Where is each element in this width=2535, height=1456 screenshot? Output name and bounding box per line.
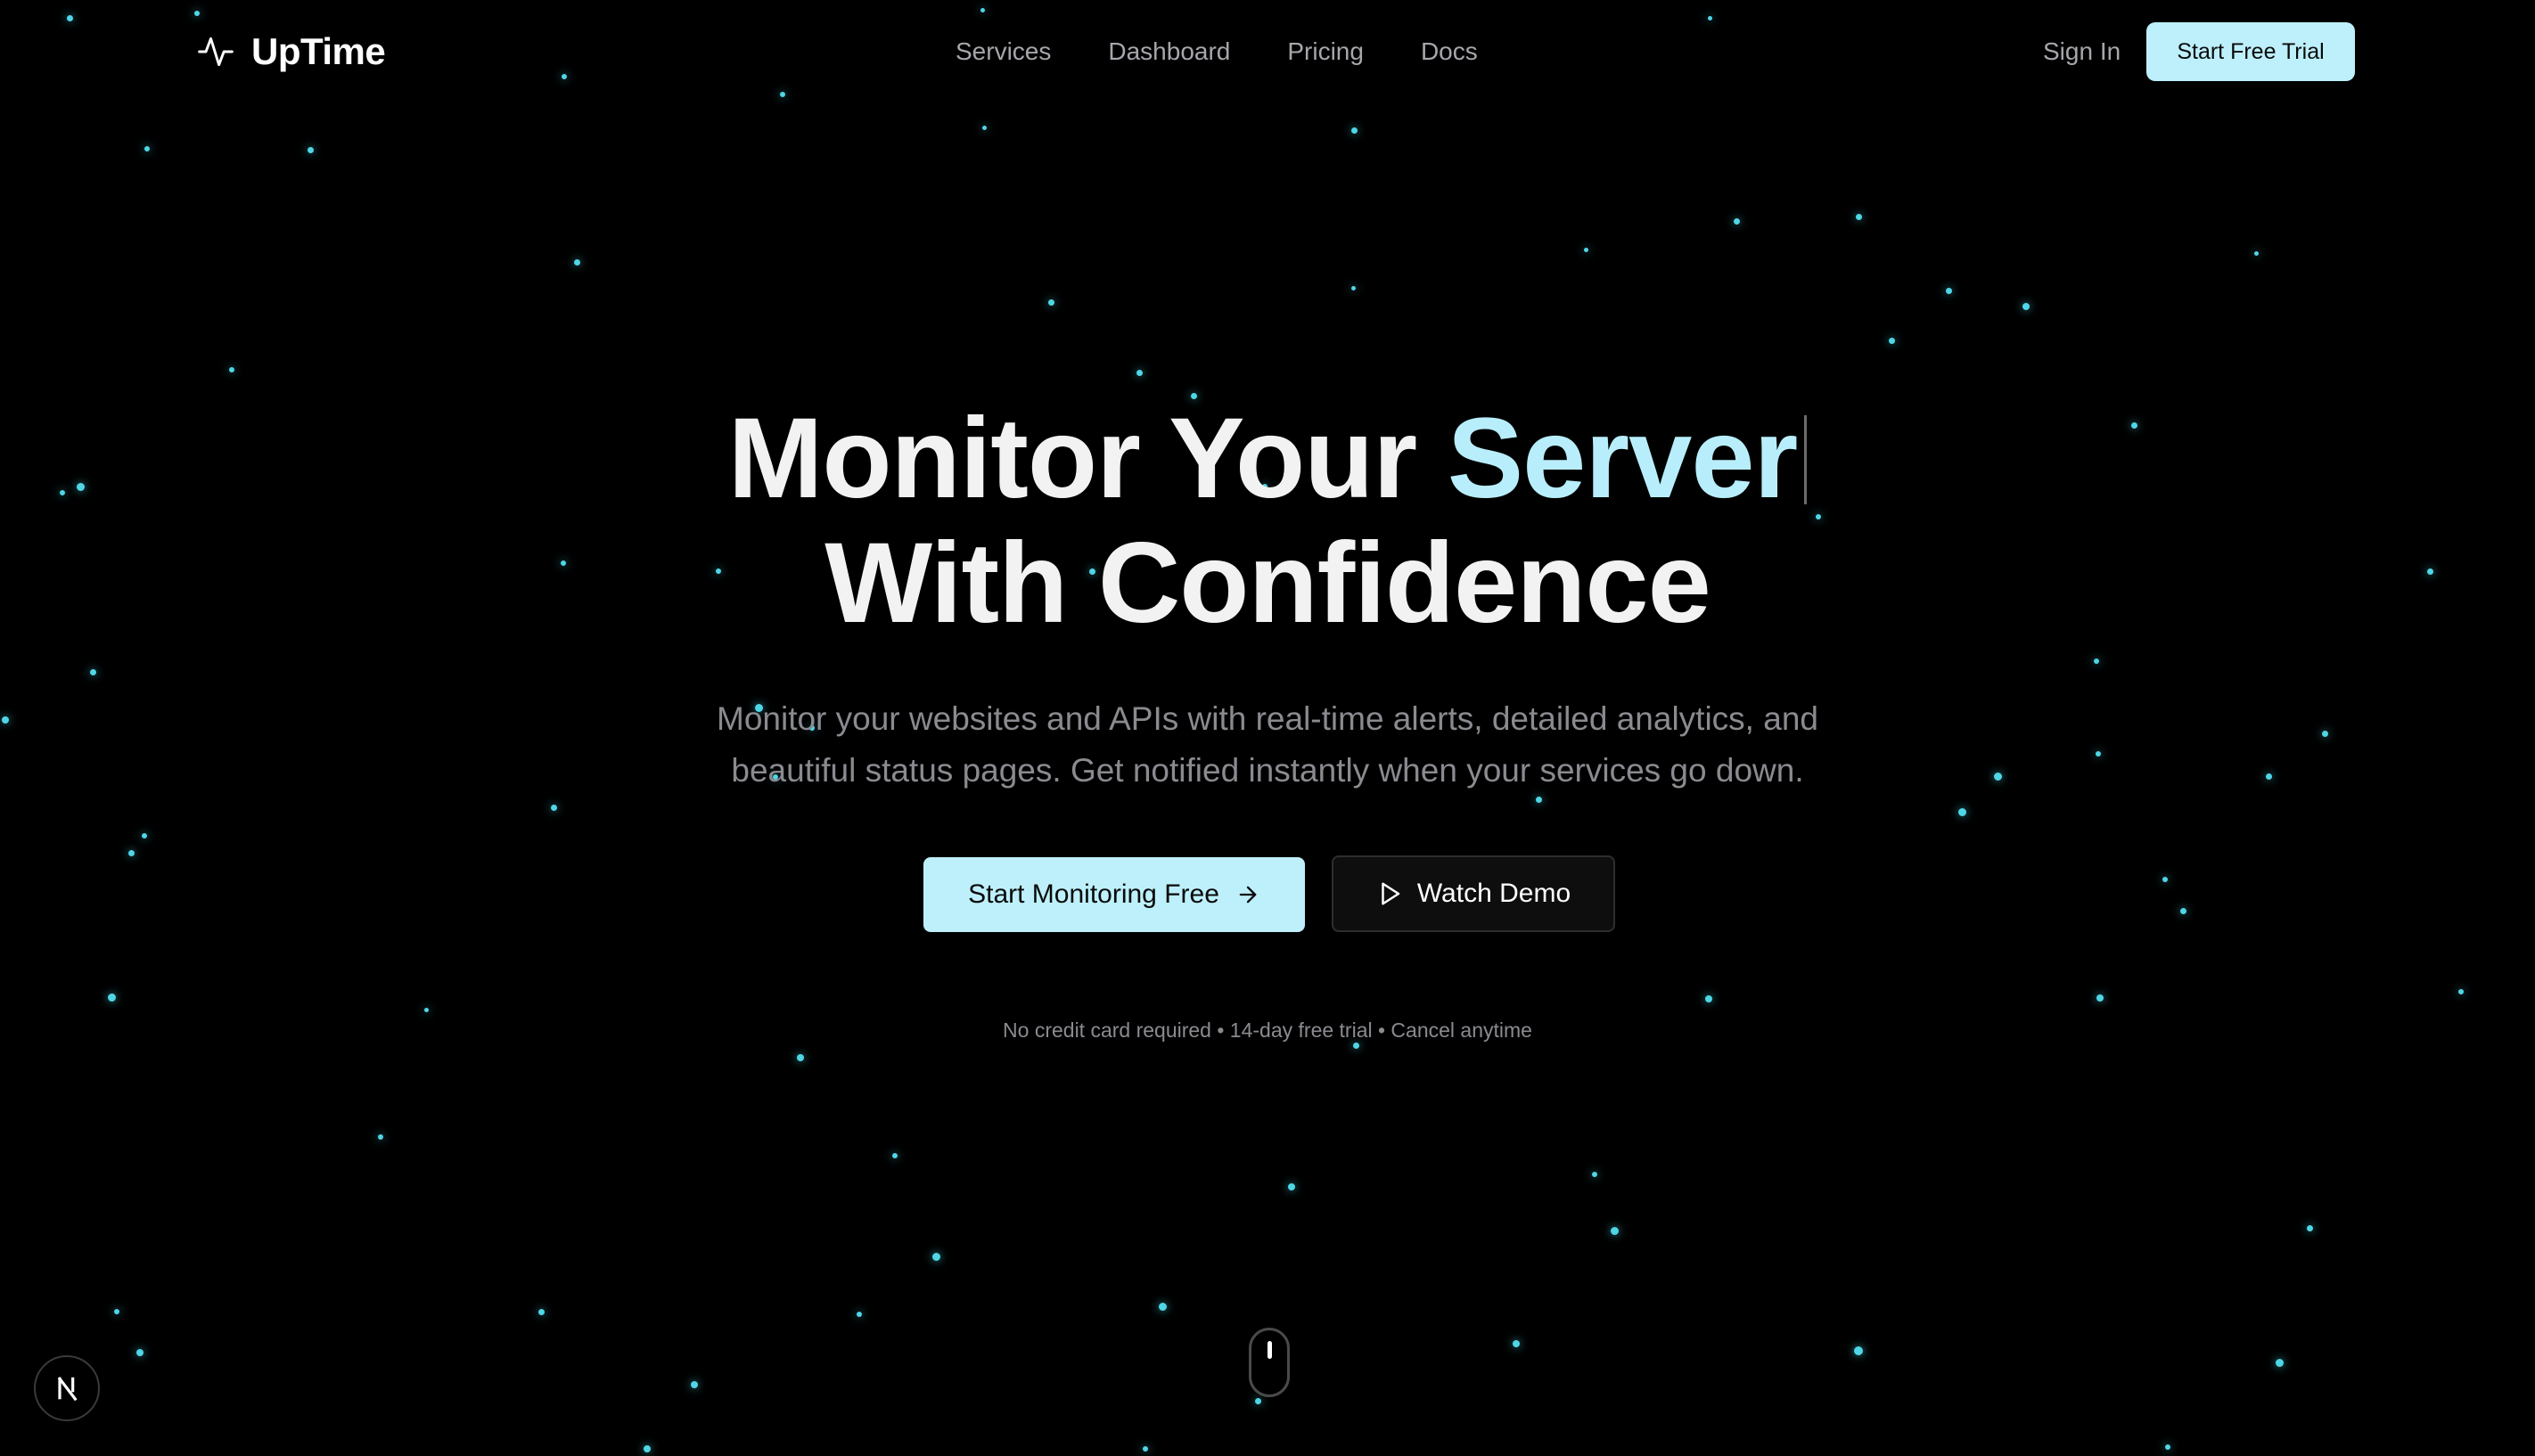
mouse-scroll-wheel <box>1268 1341 1272 1359</box>
particle-dot <box>2458 989 2464 994</box>
particle-dot <box>550 804 557 811</box>
particle-dot <box>136 1349 144 1356</box>
particle-dot <box>107 993 116 1002</box>
particle-dot <box>144 146 150 151</box>
particle-dot <box>1136 369 1143 376</box>
particle-dot <box>1047 299 1054 306</box>
nav-link-dashboard[interactable]: Dashboard <box>1108 37 1230 66</box>
particle-dot <box>1610 1226 1619 1235</box>
particle-dot <box>1535 796 1542 803</box>
brand-logo-link[interactable]: UpTime <box>196 27 386 77</box>
sign-in-link[interactable]: Sign In <box>2043 32 2121 71</box>
particle-dot <box>2306 1224 2313 1231</box>
hero-subtitle: Monitor your websites and APIs with real… <box>644 693 1891 797</box>
start-free-trial-button[interactable]: Start Free Trial <box>2146 22 2355 81</box>
particle-dot <box>931 1252 940 1261</box>
hero-title-prefix: Monitor Your <box>727 395 1417 522</box>
particle-dot <box>2275 1358 2284 1367</box>
particle-dot <box>857 1312 862 1317</box>
particle-dot <box>2 716 9 724</box>
particle-dot <box>307 146 314 153</box>
particle-dot <box>1705 995 1712 1002</box>
particle-dot <box>1583 247 1588 252</box>
nav-link-services[interactable]: Services <box>956 37 1051 66</box>
particle-dot <box>2094 658 2099 664</box>
typing-caret <box>1804 415 1808 504</box>
hero-title-line-2: With Confidence <box>824 519 1711 647</box>
landing-page: UpTime Services Dashboard Pricing Docs S… <box>0 0 2535 1456</box>
start-monitoring-free-button[interactable]: Start Monitoring Free <box>923 857 1305 932</box>
particle-dot <box>1945 287 1952 294</box>
particle-dot <box>1352 1042 1359 1049</box>
particle-dot <box>1854 1346 1863 1355</box>
particle-dot <box>797 1054 804 1061</box>
watch-demo-label: Watch Demo <box>1416 879 1571 908</box>
play-icon <box>1382 882 1400 905</box>
particle-dot <box>2162 877 2168 882</box>
mouse-scroll-icon <box>1249 1328 1290 1397</box>
hero-subtitle-line-2: beautiful status pages. Get notified ins… <box>731 752 1804 789</box>
particle-dot <box>1350 127 1358 134</box>
particle-dot <box>981 125 987 130</box>
particle-dot <box>1733 217 1740 225</box>
particle-dot <box>2096 751 2101 757</box>
particle-dot <box>229 367 234 372</box>
activity-pulse-icon <box>198 37 234 67</box>
particle-dot <box>142 833 147 838</box>
particle-dot <box>2179 907 2186 914</box>
particle-dot <box>892 1153 898 1158</box>
particle-dot <box>2253 250 2259 256</box>
nav-link-pricing[interactable]: Pricing <box>1287 37 1364 66</box>
particle-dot <box>1143 1446 1148 1452</box>
particle-dot <box>1855 213 1862 220</box>
watch-demo-button[interactable]: Watch Demo <box>1332 855 1615 932</box>
particle-dot <box>1592 1172 1597 1177</box>
particle-dot <box>114 1309 119 1314</box>
particle-dot <box>423 1007 429 1012</box>
particle-dot <box>1288 1183 1295 1190</box>
particle-dot <box>1254 1397 1261 1404</box>
particle-dot <box>644 1445 651 1452</box>
particle-dot <box>691 1381 698 1388</box>
particle-dot <box>2321 730 2328 737</box>
particle-dot <box>2096 994 2104 1002</box>
hero-title: Monitor Your Server With Confidence <box>0 397 2535 646</box>
particle-dot <box>573 258 580 266</box>
particle-dot <box>2022 303 2030 310</box>
hero-title-accent-word: Server <box>1447 395 1799 522</box>
particle-dot <box>1350 285 1356 290</box>
particle-dot <box>1158 1302 1167 1311</box>
brand-name: UpTime <box>251 30 386 72</box>
particle-dot <box>89 668 96 675</box>
site-header: UpTime Services Dashboard Pricing Docs S… <box>0 0 2535 103</box>
particle-dot <box>2165 1444 2170 1450</box>
particle-dot <box>2265 773 2272 780</box>
arrow-right-icon <box>1239 886 1257 904</box>
particle-dot <box>537 1308 545 1315</box>
trial-fineprint: No credit card required • 14-day free tr… <box>1003 1018 1532 1042</box>
next-logo-glyph <box>57 1377 78 1402</box>
particle-dot <box>127 849 135 856</box>
particle-dot <box>1993 772 2002 781</box>
hero-title-line-1: Monitor Your Server <box>0 397 2535 521</box>
particle-dot <box>1888 337 1895 344</box>
next-logo-icon[interactable] <box>34 1355 100 1421</box>
particle-dot <box>1513 1340 1520 1347</box>
start-monitoring-free-label: Start Monitoring Free <box>968 879 1219 909</box>
main-nav: Services Dashboard Pricing Docs <box>956 32 1478 71</box>
nav-link-docs[interactable]: Docs <box>1421 37 1478 66</box>
particle-dot <box>378 1134 383 1140</box>
particle-dot <box>1957 807 1966 816</box>
hero-subtitle-line-1: Monitor your websites and APIs with real… <box>717 700 1818 737</box>
